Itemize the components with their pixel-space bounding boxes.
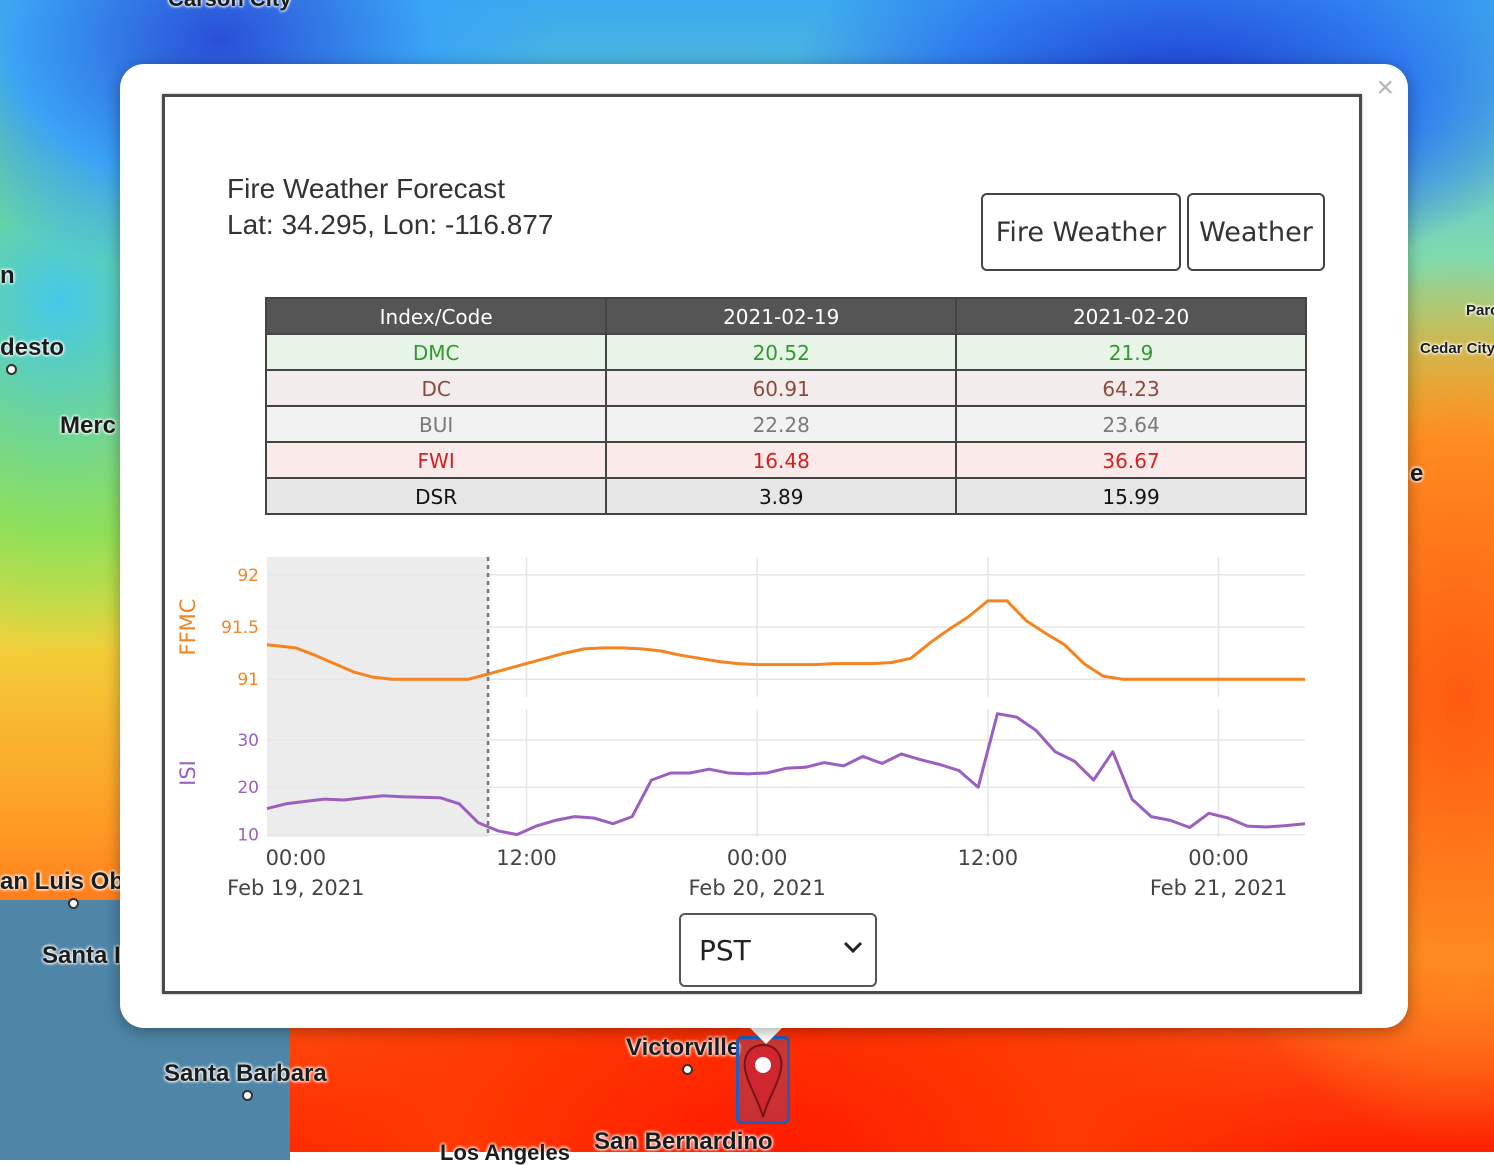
y-axis-title: ISI <box>176 760 200 786</box>
location-marker[interactable] <box>736 1036 790 1124</box>
index-code-cell: DMC <box>264 333 608 371</box>
y-tick-label: 10 <box>237 826 259 846</box>
index-value-cell: 22.28 <box>605 405 958 443</box>
index-code-cell: DSR <box>264 477 608 515</box>
popup-header: Fire Weather Forecast Lat: 34.295, Lon: … <box>227 171 553 243</box>
popup-title: Fire Weather Forecast <box>227 173 506 204</box>
close-button[interactable]: × <box>1376 70 1394 106</box>
y-axis-title: FFMC <box>176 599 200 656</box>
city-dot <box>682 1064 693 1075</box>
x-tick-label: 00:00 <box>1188 846 1249 870</box>
map-pin-icon <box>743 1043 783 1118</box>
fire-weather-button[interactable]: Fire Weather <box>981 193 1181 271</box>
city-label-victorville: Victorville <box>626 1034 741 1061</box>
index-value-cell: 20.52 <box>605 333 958 371</box>
city-label-san-luis-obispo: an Luis Obi <box>0 868 131 895</box>
column-header: Index/Code <box>264 297 608 335</box>
y-tick-label: 20 <box>237 778 259 798</box>
index-value-cell: 16.48 <box>605 441 958 479</box>
table-row: DMC 20.52 21.9 <box>264 333 1307 371</box>
y-tick-label: 91.5 <box>221 618 259 638</box>
city-label-santa-maria: Santa I <box>42 942 121 969</box>
table-row: DC 60.91 64.23 <box>264 369 1307 407</box>
city-label-cedar-city: Cedar City <box>1420 340 1494 357</box>
index-value-cell: 60.91 <box>605 369 958 407</box>
column-header: 2021-02-20 <box>955 297 1307 335</box>
city-dot <box>6 364 17 375</box>
table-row: BUI 22.28 23.64 <box>264 405 1307 443</box>
x-tick-date-label: Feb 20, 2021 <box>688 876 825 900</box>
x-tick-label: 12:00 <box>958 846 1019 870</box>
city-label-merced: Merc <box>60 412 117 439</box>
x-tick-date-label: Feb 19, 2021 <box>227 876 364 900</box>
city-label-santa-barbara: Santa Barbara <box>164 1060 327 1087</box>
index-value-cell: 36.67 <box>955 441 1307 479</box>
table-row: DSR 3.89 15.99 <box>264 477 1307 515</box>
index-code-cell: BUI <box>264 405 608 443</box>
x-tick-label: 12:00 <box>496 846 557 870</box>
column-header: 2021-02-19 <box>605 297 958 335</box>
city-label-carson-city: Carson City <box>168 0 291 12</box>
table-header-row: Index/Code 2021-02-19 2021-02-20 <box>264 297 1307 335</box>
table-row: FWI 16.48 36.67 <box>264 441 1307 479</box>
city-dot <box>68 898 79 909</box>
index-value-cell: 64.23 <box>955 369 1307 407</box>
index-value-cell: 15.99 <box>955 477 1307 515</box>
fire-index-table: Index/Code 2021-02-19 2021-02-20 DMC 20.5… <box>264 297 1307 515</box>
x-tick-date-label: Feb 21, 2021 <box>1150 876 1287 900</box>
city-label-partial: e <box>1410 460 1424 487</box>
forecast-popup: × Fire Weather Forecast Lat: 34.295, Lon… <box>120 64 1408 1028</box>
weather-button[interactable]: Weather <box>1187 193 1325 271</box>
index-value-cell: 23.64 <box>955 405 1307 443</box>
city-label-parowan: Parc <box>1466 302 1494 319</box>
timezone-selected-value: PST <box>699 933 751 967</box>
index-code-cell: DC <box>264 369 608 407</box>
x-tick-label: 00:00 <box>727 846 788 870</box>
index-value-cell: 3.89 <box>605 477 958 515</box>
city-label-partial: n <box>0 262 15 289</box>
fire-weather-chart[interactable]: 91 91.5 92 FFMC 10 20 30 ISI 00:00 Feb 19, 2021 12… <box>165 547 1359 907</box>
city-label-modesto: desto <box>0 334 65 361</box>
y-tick-label: 30 <box>237 731 259 751</box>
x-tick-label: 00:00 <box>266 846 327 870</box>
timezone-select[interactable]: PST <box>679 913 877 987</box>
index-code-cell: FWI <box>264 441 608 479</box>
forecast-frame: Fire Weather Forecast Lat: 34.295, Lon: … <box>162 94 1362 994</box>
y-tick-label: 92 <box>237 566 259 586</box>
city-dot <box>242 1090 253 1101</box>
y-tick-label: 91 <box>237 670 259 690</box>
chevron-down-icon <box>843 941 863 954</box>
city-label-los-angeles: Los Angeles <box>440 1140 570 1165</box>
coordinates-label: Lat: 34.295, Lon: -116.877 <box>227 209 554 240</box>
index-value-cell: 21.9 <box>955 333 1307 371</box>
